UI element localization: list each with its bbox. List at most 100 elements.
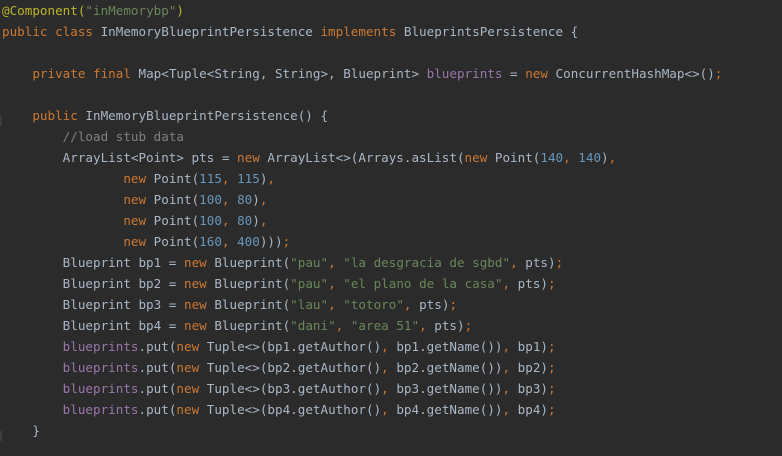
code-token-keyword: , bbox=[502, 402, 518, 417]
code-token-keyword: new bbox=[123, 213, 154, 228]
code-token-keyword: new bbox=[237, 150, 268, 165]
code-token-default bbox=[2, 234, 123, 249]
code-token-number: 100 bbox=[199, 213, 222, 228]
code-token-keyword: , bbox=[403, 297, 420, 312]
code-token-default: bp2) bbox=[517, 360, 548, 375]
code-line[interactable]: new Point(115, 115), bbox=[2, 168, 275, 189]
code-token-default bbox=[2, 402, 63, 417]
code-token-field: blueprints bbox=[62, 381, 139, 396]
code-line[interactable]: new Point(160, 400))); bbox=[2, 231, 290, 252]
code-line[interactable]: //load stub data bbox=[2, 126, 184, 147]
code-token-default: Point( bbox=[153, 234, 200, 249]
code-token-default: .put( bbox=[138, 339, 177, 354]
code-token-number: 160 bbox=[199, 234, 222, 249]
code-token-default: ConcurrentHashMap<>() bbox=[555, 66, 715, 81]
code-token-default: Tuple<>(bp3.getAuthor() bbox=[206, 381, 382, 396]
code-line[interactable]: Blueprint bp2 = new Blueprint("pau", "el… bbox=[2, 273, 556, 294]
code-token-default: ))) bbox=[259, 234, 283, 249]
code-token-number: 115 bbox=[199, 171, 222, 186]
code-token-default bbox=[2, 381, 63, 396]
code-token-keyword: new bbox=[183, 297, 215, 312]
code-token-string: "pau" bbox=[290, 276, 329, 291]
code-token-default: ) bbox=[252, 192, 260, 207]
code-token-default: Tuple<>(bp2.getAuthor() bbox=[206, 360, 382, 375]
code-token-keyword: , bbox=[335, 318, 351, 333]
code-token-keyword: new bbox=[176, 360, 207, 375]
code-token-default: BlueprintsPersistence { bbox=[403, 24, 579, 39]
code-token-default: pts) bbox=[517, 276, 548, 291]
code-token-string: "inMemorybp" bbox=[85, 3, 177, 18]
code-token-keyword: new bbox=[183, 255, 215, 270]
code-token-keyword: new bbox=[183, 276, 215, 291]
code-line[interactable]: new Point(100, 80), bbox=[2, 210, 267, 231]
code-token-default: Blueprint bp4 = bbox=[2, 318, 184, 333]
code-line[interactable]: @Component("inMemorybp") bbox=[2, 0, 184, 21]
code-line[interactable]: Blueprint bp1 = new Blueprint("pau", "la… bbox=[2, 252, 564, 273]
code-token-default: bp2.getName()) bbox=[396, 360, 503, 375]
code-token-default: Blueprint( bbox=[214, 255, 291, 270]
code-token-default: Point( bbox=[494, 150, 541, 165]
code-line[interactable]: public class InMemoryBlueprintPersistenc… bbox=[2, 21, 578, 42]
code-token-string: "area 51" bbox=[350, 318, 420, 333]
code-token-default: InMemoryBlueprintPersistence bbox=[100, 24, 321, 39]
code-token-field: blueprints bbox=[62, 402, 139, 417]
code-token-default: bp1) bbox=[517, 339, 548, 354]
code-line[interactable]: blueprints.put(new Tuple<>(bp3.getAuthor… bbox=[2, 378, 556, 399]
code-token-string: "la desgracia de sgbd" bbox=[343, 255, 511, 270]
code-token-keyword: , bbox=[267, 171, 276, 186]
code-token-keyword: , bbox=[502, 381, 518, 396]
code-token-keyword: , bbox=[221, 234, 238, 249]
code-line[interactable]: } bbox=[2, 420, 40, 441]
code-token-default: .put( bbox=[138, 402, 177, 417]
code-token-default: .put( bbox=[138, 381, 177, 396]
code-token-number: 115 bbox=[237, 171, 260, 186]
code-token-keyword: new bbox=[123, 171, 154, 186]
code-token-default: Blueprint bp3 = bbox=[2, 297, 184, 312]
code-line[interactable]: blueprints.put(new Tuple<>(bp4.getAuthor… bbox=[2, 399, 556, 420]
code-token-keyword: new bbox=[176, 381, 207, 396]
code-line[interactable]: Blueprint bp4 = new Blueprint("dani", "a… bbox=[2, 315, 473, 336]
code-token-annotation: ) bbox=[176, 3, 184, 18]
code-line[interactable]: blueprints.put(new Tuple<>(bp1.getAuthor… bbox=[2, 336, 556, 357]
code-token-default bbox=[2, 66, 32, 81]
code-token-default: pts) bbox=[434, 318, 465, 333]
code-token-keyword: , bbox=[221, 192, 238, 207]
code-token-default: Tuple<>(bp1.getAuthor() bbox=[206, 339, 382, 354]
code-token-keyword: , bbox=[328, 276, 344, 291]
code-token-keyword: ; bbox=[548, 339, 556, 354]
code-token-keyword: , bbox=[381, 402, 397, 417]
code-token-string: "pau" bbox=[290, 255, 329, 270]
code-token-default: bp4) bbox=[517, 402, 548, 417]
code-line[interactable]: public InMemoryBlueprintPersistence() { bbox=[2, 105, 328, 126]
code-token-number: 140 bbox=[578, 150, 602, 165]
code-token-number: 100 bbox=[199, 192, 222, 207]
code-token-keyword: , bbox=[502, 360, 518, 375]
code-token-keyword: ; bbox=[548, 402, 556, 417]
code-token-keyword: new bbox=[525, 66, 556, 81]
code-token-default: Blueprint( bbox=[214, 318, 291, 333]
code-token-keyword: , bbox=[221, 213, 238, 228]
code-token-keyword: ; bbox=[555, 255, 564, 270]
code-token-keyword: new bbox=[123, 234, 154, 249]
code-line[interactable]: Blueprint bp3 = new Blueprint("lau", "to… bbox=[2, 294, 457, 315]
code-token-default bbox=[2, 192, 123, 207]
code-token-keyword: ; bbox=[548, 381, 556, 396]
code-editor[interactable]: @Component("inMemorybp") public class InM… bbox=[0, 0, 782, 456]
code-line[interactable]: blueprints.put(new Tuple<>(bp2.getAuthor… bbox=[2, 357, 556, 378]
code-token-keyword: , bbox=[563, 150, 579, 165]
code-token-keyword: , bbox=[381, 381, 397, 396]
code-line[interactable]: ArrayList<Point> pts = new ArrayList<>(A… bbox=[2, 147, 617, 168]
code-token-number: 400 bbox=[237, 234, 260, 249]
code-token-default: Point( bbox=[153, 171, 200, 186]
code-token-keyword: ; bbox=[714, 66, 723, 81]
code-line[interactable]: new Point(100, 80), bbox=[2, 189, 267, 210]
code-line[interactable]: private final Map<Tuple<String, String>,… bbox=[2, 63, 722, 84]
code-token-field: blueprints bbox=[426, 66, 503, 81]
code-token-annotation: @Component( bbox=[2, 3, 86, 18]
code-token-keyword: ; bbox=[548, 276, 556, 291]
code-token-keyword: , bbox=[328, 297, 344, 312]
code-token-keyword: ; bbox=[282, 234, 291, 249]
code-token-default bbox=[2, 360, 63, 375]
code-token-default: pts) bbox=[419, 297, 450, 312]
code-token-default: InMemoryBlueprintPersistence() { bbox=[85, 108, 329, 123]
